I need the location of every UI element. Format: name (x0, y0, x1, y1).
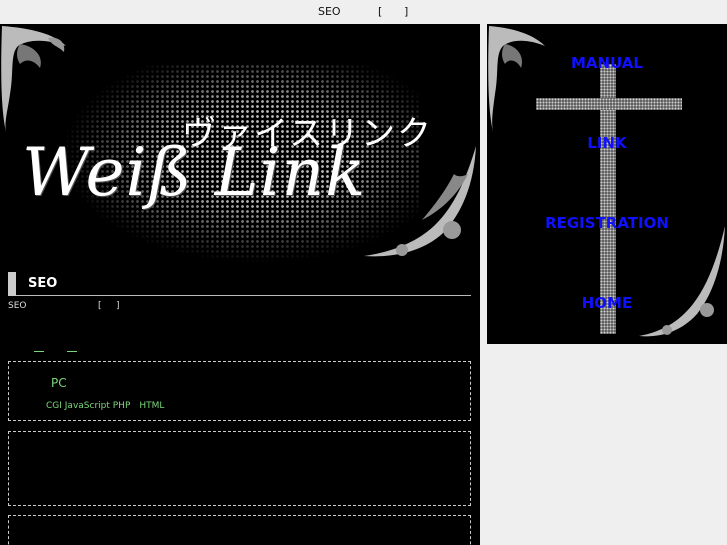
inline-link[interactable] (67, 338, 77, 353)
nav-link-home[interactable]: HOME (487, 294, 727, 312)
site-banner: ヴァイスリンク Weiß Link (0, 24, 480, 264)
nav-link-registration[interactable]: REGISTRATION (487, 214, 727, 232)
ornament-icon (1, 26, 66, 132)
content-box-subtitle: CGI JavaScript PHP HTML (46, 401, 165, 411)
top-bar-bracket-close: ] (404, 5, 409, 18)
ornament-icon (488, 26, 545, 132)
content-box: PC CGI JavaScript PHP HTML (8, 361, 471, 421)
description-bracket-open: [ (98, 301, 102, 311)
content-box-title[interactable]: PC (51, 376, 67, 390)
nav-link-link[interactable]: LINK (487, 134, 727, 152)
inline-link[interactable] (34, 338, 44, 353)
content-box (8, 431, 471, 506)
top-bar: SEO [ ] (0, 0, 727, 24)
ornament-icon (364, 146, 476, 257)
cross-decoration-arm (536, 98, 682, 110)
section-title: SEO (28, 276, 58, 291)
nav-panel: MANUAL LINK REGISTRATION HOME (487, 24, 727, 344)
main-content: ヴァイスリンク Weiß Link SEO SEO [ ] PC CGI Jav… (0, 24, 480, 545)
nav-link-manual[interactable]: MANUAL (487, 54, 727, 72)
ornament-icon (639, 226, 725, 337)
section-description: SEO (8, 301, 27, 311)
content-box (8, 515, 471, 545)
description-bracket-close: ] (116, 301, 120, 311)
section-header: SEO (8, 272, 471, 296)
site-logo-text[interactable]: Weiß Link (22, 134, 366, 211)
top-bar-text: SEO (318, 5, 341, 18)
top-bar-bracket-open: [ (378, 5, 383, 18)
section-header-bar (8, 272, 16, 296)
